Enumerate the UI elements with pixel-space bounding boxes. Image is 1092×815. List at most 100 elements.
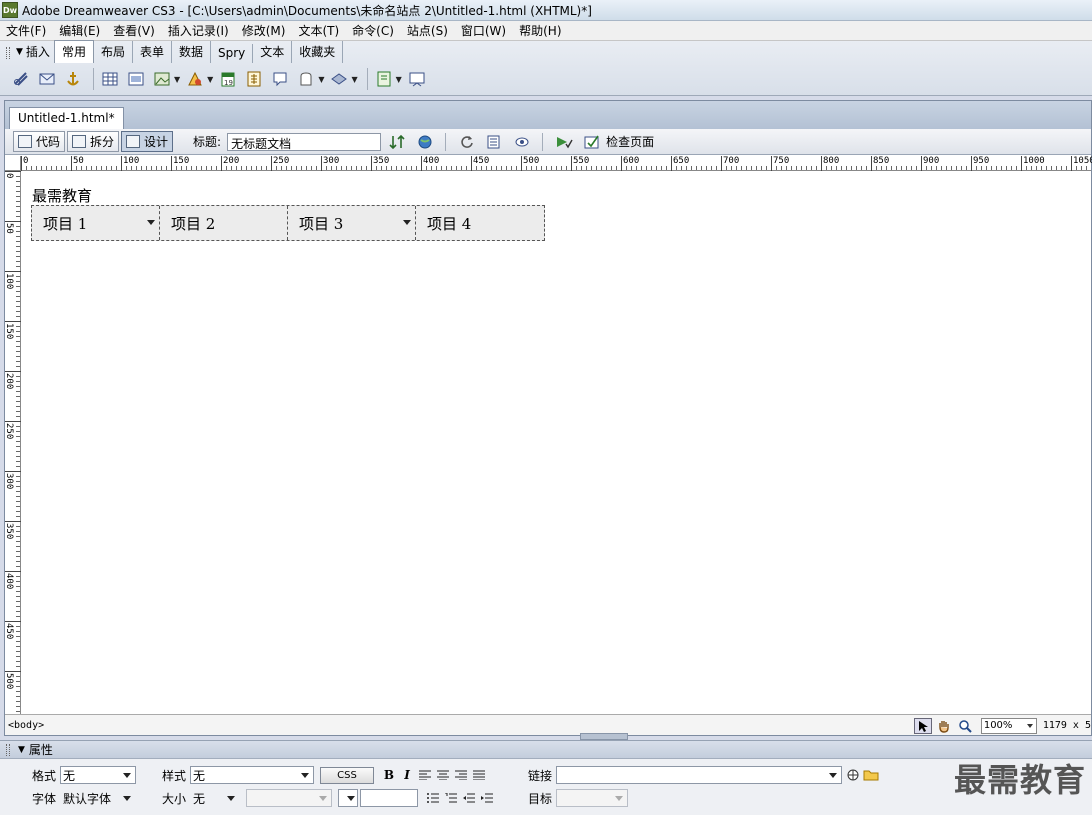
menu-bar: 文件(F) 编辑(E) 查看(V) 插入记录(I) 修改(M) 文本(T) 命令… [0,21,1092,41]
panel-grip-icon[interactable] [6,743,10,756]
text-color-swatch[interactable] [338,789,359,807]
preview-browser-icon[interactable] [415,132,437,152]
browse-folder-icon[interactable] [862,766,880,784]
hand-tool-icon[interactable] [935,718,953,734]
italic-button[interactable]: I [398,766,416,784]
link-input[interactable] [556,766,843,784]
file-management-icon[interactable] [387,132,409,152]
bold-button[interactable]: B [380,766,398,784]
menu-text[interactable]: 文本(T) [292,22,346,39]
ordered-list-icon[interactable] [442,789,460,807]
page-heading[interactable]: 最需教育 [32,185,92,206]
menu-item-1[interactable]: 项目 1 [32,206,160,240]
unordered-list-icon[interactable] [424,789,442,807]
media-icon[interactable] [184,68,206,90]
ruler-label: 150 [4,321,21,339]
image-dropdown-icon[interactable]: ▼ [174,75,180,84]
document-title-input[interactable]: 无标题文档 [227,132,382,151]
css-button[interactable]: CSS [320,766,374,784]
tag-selector[interactable]: <body> [8,720,44,731]
view-options-icon[interactable] [484,132,506,152]
menu-insert[interactable]: 插入记录(I) [162,22,236,39]
menu-file[interactable]: 文件(F) [0,22,53,39]
head-dropdown-icon[interactable]: ▼ [318,75,324,84]
tab-spry[interactable]: Spry [211,44,254,63]
ruler-label: 50 [71,156,84,171]
comment-icon[interactable] [269,68,291,90]
ruler-label: 400 [421,156,439,171]
validate-markup-icon[interactable] [553,132,575,152]
align-center-icon[interactable] [434,766,452,784]
properties-header[interactable]: ▼ 属性 [0,741,1092,759]
named-anchor-icon[interactable] [62,68,84,90]
justify-icon[interactable] [470,766,488,784]
menu-commands[interactable]: 命令(C) [346,22,401,39]
menu-item-3[interactable]: 项目 3 [288,206,416,240]
pointer-tool-icon[interactable] [913,717,932,734]
tab-data[interactable]: 数据 [172,41,211,63]
panel-splitter[interactable] [580,733,628,740]
menu-view[interactable]: 查看(V) [107,22,162,39]
tag-chooser-icon[interactable] [406,68,428,90]
email-link-icon[interactable] [36,68,58,90]
menu-help[interactable]: 帮助(H) [513,22,568,39]
code-view-icon [18,135,32,148]
chevron-down-icon [123,773,132,778]
menu-edit[interactable]: 编辑(E) [53,22,107,39]
check-page-icon[interactable] [581,132,603,152]
tab-forms[interactable]: 表单 [133,41,172,63]
font-row: 字体 默认字体 [32,789,136,807]
media-dropdown-icon[interactable]: ▼ [207,75,213,84]
menu-item-2[interactable]: 项目 2 [160,206,288,240]
ruler-label: 1050 [1071,156,1092,171]
align-right-icon[interactable] [452,766,470,784]
zoom-tool-icon[interactable] [956,718,974,734]
outdent-icon[interactable] [460,789,478,807]
table-icon[interactable] [99,68,121,90]
menu-site[interactable]: 站点(S) [401,22,455,39]
check-page-label[interactable]: 检查页面 [606,133,654,150]
font-select[interactable]: 默认字体 [60,789,136,807]
hyperlink-icon[interactable] [10,68,32,90]
menu-modify[interactable]: 修改(M) [236,22,293,39]
design-view-label: 设计 [144,135,169,149]
ruler-label: 800 [821,156,839,171]
visual-aids-icon[interactable] [512,132,534,152]
menu-window[interactable]: 窗口(W) [455,22,513,39]
tab-text[interactable]: 文本 [253,41,293,63]
tab-layout[interactable]: 布局 [94,41,133,63]
head-tag-icon[interactable] [295,68,317,90]
server-side-include-icon[interactable] [243,68,265,90]
refresh-icon[interactable] [456,132,478,152]
point-to-file-icon[interactable] [844,766,862,784]
indent-icon[interactable] [478,789,496,807]
tab-common[interactable]: 常用 [53,40,94,63]
text-color-input[interactable] [360,789,419,807]
templates-icon[interactable] [373,68,395,90]
document-tab[interactable]: Untitled-1.html* [9,107,124,129]
image-icon[interactable] [151,68,173,90]
code-view-button[interactable]: 代码 [13,131,66,152]
ruler-origin[interactable] [5,156,21,171]
spry-menu-bar[interactable]: 项目 1 项目 2 项目 3 项目 4 [31,205,545,241]
date-icon[interactable]: 19 [217,68,239,90]
script-icon[interactable] [328,68,350,90]
script-dropdown-icon[interactable]: ▼ [351,75,357,84]
size-select[interactable]: 无 [190,789,240,807]
design-view-button[interactable]: 设计 [121,131,174,152]
menu-item-4[interactable]: 项目 4 [416,206,544,240]
templates-dropdown-icon[interactable]: ▼ [396,75,402,84]
ruler-label: 500 [521,156,539,171]
tab-favorites[interactable]: 收藏夹 [292,41,344,63]
split-view-button[interactable]: 拆分 [67,131,120,152]
window-size-readout[interactable]: 1179 x 5 [1043,720,1091,731]
align-left-icon[interactable] [416,766,434,784]
insert-panel-toggle[interactable]: ▼ 插入 [16,43,50,60]
div-tag-icon[interactable] [125,68,147,90]
ruler-label: 100 [121,156,139,171]
format-select[interactable]: 无 [60,766,137,784]
panel-grip-icon[interactable] [6,47,10,59]
zoom-select[interactable]: 100% [980,717,1037,734]
design-canvas[interactable]: 最需教育 项目 1 项目 2 项目 3 项目 4 [22,172,1091,714]
style-select[interactable]: 无 [190,766,315,784]
